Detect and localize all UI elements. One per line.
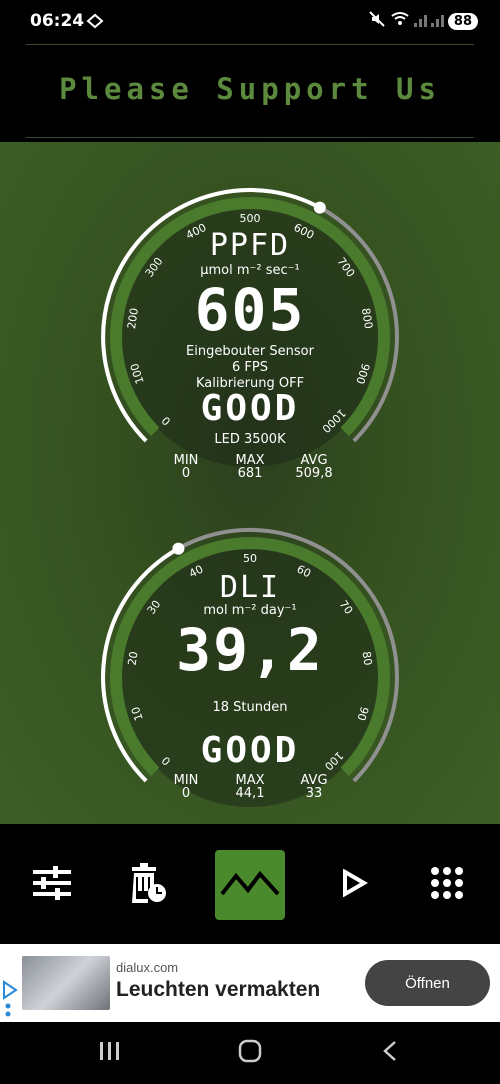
ad-open-button[interactable]: Öffnen [365,960,490,1006]
grid-menu-icon [430,866,464,904]
wifi-icon [390,11,410,31]
divider [26,137,474,138]
sliders-icon [33,866,71,904]
back-button[interactable] [370,1038,410,1068]
sensor-label: Eingebouter Sensor [186,344,314,359]
bottom-toolbar [0,824,500,944]
page-title[interactable]: Please Support Us [0,72,500,106]
ppfd-stats: MIN 0 MAX 681 AVG 509,8 [0,454,500,480]
ppfd-gauge: 0 100 200 300 400 500 600 700 800 900 1000 PPFD µm… [0,162,500,502]
history-delete-icon [128,863,168,907]
history-delete-button[interactable] [113,850,183,920]
battery-indicator: 88 [447,12,478,30]
ad-banner[interactable]: dialux.com Leuchten vermakten Öffnen [0,944,500,1022]
fps-label: 6 FPS [232,360,268,375]
dli-stats: MIN 0 MAX 44,1 AVG 33 [0,774,500,800]
status-bar: 06:24 88 [0,0,500,44]
ad-headline[interactable]: Leuchten vermakten [116,978,320,1002]
dli-label: DLI [219,570,281,605]
gauge-panel: 0 100 200 300 400 500 600 700 800 900 1000 PPFD µm… [0,142,500,824]
signal-icon [413,12,444,31]
header: Please Support Us [0,44,500,142]
settings-button[interactable] [17,850,87,920]
light-type: LED 3500K [214,432,286,447]
recents-icon [99,1041,121,1065]
status-time: 06:24 [30,11,85,31]
ppfd-min: MIN 0 [173,453,199,481]
home-button[interactable] [230,1038,270,1068]
dli-tick-label: 50 [243,552,257,565]
play-icon [342,868,368,901]
home-icon [238,1039,262,1067]
hours-label: 18 Stunden [212,700,288,715]
dli-value-knob [172,542,185,555]
dli-max: MAX 44,1 [235,773,265,801]
ppfd-rating: GOOD [200,388,300,429]
ad-domain: dialux.com [116,960,179,975]
dli-min: MIN 0 [173,773,199,801]
divider [26,44,474,45]
ppfd-tick-label: 500 [240,212,261,225]
dli-rating: GOOD [200,730,300,771]
menu-button[interactable] [412,850,482,920]
system-nav-bar [0,1022,500,1084]
back-icon [382,1040,398,1066]
ppfd-avg: AVG 509,8 [295,453,333,481]
play-button[interactable] [320,850,390,920]
ad-choices-icon[interactable] [0,980,18,1020]
ppfd-value: 605 [194,276,306,344]
recent-apps-button[interactable] [90,1038,130,1068]
graph-icon [220,868,280,902]
dli-avg: AVG 33 [300,773,328,801]
ad-image[interactable] [22,956,110,1010]
ppfd-label: PPFD [209,228,291,263]
data-sync-icon [86,12,104,34]
graph-button[interactable] [215,850,285,920]
mute-icon [368,10,386,32]
ppfd-value-knob [313,201,326,214]
ppfd-max: MAX 681 [235,453,265,481]
dli-gauge: 0 10 20 30 40 50 60 70 80 90 100 DLI mol m⁻² day⁻¹… [0,502,500,842]
dli-value: 39,2 [176,616,324,684]
